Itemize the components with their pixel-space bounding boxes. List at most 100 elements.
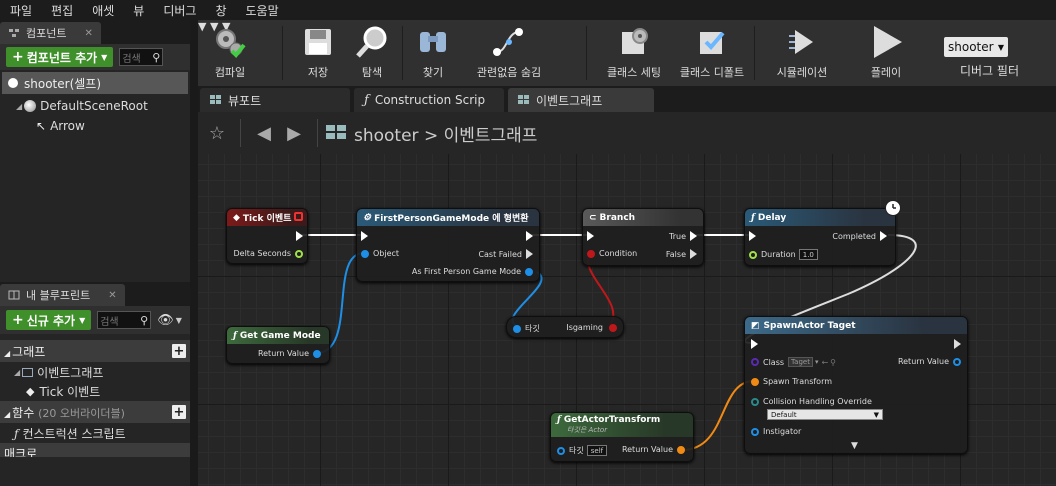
star-icon[interactable]: ☆	[202, 123, 232, 144]
pin-duration[interactable]: Duration 1.0	[749, 249, 818, 260]
chevron-down-icon[interactable]: ▼	[176, 316, 182, 325]
pin-target[interactable]: 타깃	[513, 323, 540, 334]
menu-debug[interactable]: 디버그	[163, 2, 196, 19]
pin-exec-out[interactable]	[296, 231, 303, 241]
compile-button[interactable]: 컴파일	[204, 20, 256, 86]
pin-spawn-transform[interactable]: Spawn Transform	[751, 377, 832, 386]
target-input[interactable]: self	[586, 445, 608, 456]
tab-event-graph[interactable]: 이벤트그래프	[508, 88, 654, 112]
menu-file[interactable]: 파일	[10, 2, 32, 19]
back-arrow-icon[interactable]: ◀	[249, 123, 279, 144]
pin-exec-out[interactable]	[526, 231, 533, 241]
pin-class[interactable]: Class Taget ▾ ← ⚲	[751, 357, 836, 367]
add-graph-icon[interactable]: +	[172, 344, 186, 359]
search-placeholder: 검색	[100, 316, 119, 328]
pin-true[interactable]: True	[669, 231, 697, 241]
pin-condition[interactable]: Condition	[587, 249, 637, 258]
class-pin-icon	[751, 358, 759, 366]
tree-item-arrow[interactable]: ↖ Arrow	[0, 116, 190, 136]
pin-instigator[interactable]: Instigator	[751, 427, 801, 436]
node-spawn-actor[interactable]: ◩ SpawnActor Taget Class Taget ▾ ← ⚲ Ret…	[744, 316, 968, 454]
node-get-actor-transform[interactable]: ƒ GetActorTransform 타깃은 Actor 타깃 self Ret…	[550, 412, 694, 462]
pin-exec-in[interactable]	[587, 231, 594, 241]
components-search-input[interactable]: 검색 ⚲	[119, 48, 164, 66]
pin-target[interactable]: 타깃 self	[557, 445, 608, 456]
list-item-label: 컨스트럭션 스크립트	[22, 427, 126, 441]
tab-viewport[interactable]: 뷰포트	[200, 88, 350, 112]
expand-arrow-icon[interactable]: ◢	[16, 102, 22, 111]
node-get-game-mode[interactable]: ƒ Get Game Mode Return Value	[226, 326, 330, 364]
pin-return-value[interactable]: Return Value	[258, 349, 321, 358]
pin-exec-in[interactable]	[749, 231, 756, 241]
search-icon[interactable]: ⚲	[830, 358, 836, 367]
menu-view[interactable]: 뷰	[133, 2, 144, 19]
chevron-down-icon: ▼	[101, 52, 108, 62]
browse-arrow-icon[interactable]: ←	[821, 358, 828, 367]
breadcrumb-current[interactable]: 이벤트그래프	[444, 126, 538, 146]
play-button[interactable]: 플레이	[866, 20, 906, 86]
add-function-icon[interactable]: +	[172, 405, 186, 420]
pin-return-value[interactable]: Return Value	[622, 445, 685, 454]
tab-construction-script[interactable]: ƒ Construction Scrip	[354, 88, 504, 112]
class-settings-button[interactable]: 클래스 세팅	[602, 20, 666, 86]
list-item-event-graph[interactable]: ◢ 이벤트그래프	[0, 363, 190, 382]
new-add-button[interactable]: + 신규 추가 ▼	[6, 310, 92, 330]
my-blueprint-tab[interactable]: 내 블루프린트 ✕	[0, 284, 125, 306]
component-self-row[interactable]: shooter(셀프)	[2, 72, 188, 94]
eye-icon[interactable]: 👁	[157, 313, 174, 328]
browse-button[interactable]: 탐색	[352, 20, 392, 86]
graph-canvas[interactable]: ◆ Tick 이벤트 Delta Seconds ⚙ FirstPersonGa…	[198, 154, 1056, 486]
section-macros[interactable]: 매크로	[0, 443, 190, 457]
class-defaults-button[interactable]: 클래스 디폴트	[676, 20, 748, 86]
find-button[interactable]: 찾기	[416, 20, 450, 86]
hide-unrelated-button[interactable]: 관련없음 숨김	[472, 20, 546, 86]
save-button[interactable]: 저장	[298, 20, 338, 86]
delegate-pin-icon[interactable]	[294, 212, 303, 221]
tab-label: 이벤트그래프	[536, 93, 603, 108]
node-cast-to-firstpersongamemode[interactable]: ⚙ FirstPersonGameMode 에 형변환 Object Cast …	[356, 208, 540, 282]
pin-return-value[interactable]: Return Value	[898, 357, 961, 366]
pin-delta-seconds[interactable]: Delta Seconds	[234, 249, 303, 258]
menu-help[interactable]: 도움말	[246, 2, 279, 19]
duration-input[interactable]: 1.0	[798, 249, 818, 260]
pin-exec-in[interactable]	[361, 231, 368, 241]
menu-window[interactable]: 창	[215, 2, 226, 19]
close-icon[interactable]: ✕	[84, 28, 92, 39]
pin-false[interactable]: False	[666, 249, 697, 259]
pin-label: False	[665, 249, 686, 259]
tree-item-defaultsceneroot[interactable]: ◢ DefaultSceneRoot	[0, 96, 190, 116]
debug-object-select[interactable]: shooter ▼	[944, 37, 1008, 57]
pin-isgaming[interactable]: Isgaming	[566, 323, 617, 332]
expand-advanced-chevron-icon[interactable]: ▼	[851, 441, 858, 451]
node-delay[interactable]: ƒ Delay Completed Duration 1.0	[744, 208, 896, 266]
menu-asset[interactable]: 애셋	[92, 2, 114, 19]
section-functions[interactable]: ◢ 함수 (20 오버라이더블) +	[0, 401, 190, 423]
plus-icon: +	[12, 312, 24, 328]
close-icon[interactable]: ✕	[108, 290, 116, 301]
pin-completed[interactable]: Completed	[832, 231, 887, 241]
collision-select[interactable]: Default ▼	[767, 409, 883, 420]
pin-collision-handling[interactable]: Collision Handling Override	[751, 397, 872, 406]
toolbar-divider	[282, 26, 283, 80]
chevron-down-icon[interactable]: ▾	[815, 358, 819, 366]
simulation-button[interactable]: 시뮬레이션	[766, 20, 838, 86]
add-component-button[interactable]: + 컴포넌트 추가 ▼	[6, 47, 114, 67]
class-select[interactable]: Taget	[788, 357, 813, 367]
pin-as-first-person-game-mode[interactable]: As First Person Game Mode	[412, 267, 533, 276]
list-item-construction-script[interactable]: ƒ 컨스트럭션 스크립트	[0, 424, 190, 443]
components-tab[interactable]: 컴포넌트 ✕	[0, 22, 101, 44]
pin-exec-in[interactable]	[751, 339, 758, 349]
pin-cast-failed[interactable]: Cast Failed	[478, 249, 533, 259]
section-graph[interactable]: ◢ 그래프 +	[0, 340, 190, 362]
pin-object[interactable]: Object	[361, 249, 399, 258]
node-isgaming[interactable]: 타깃 Isgaming	[506, 316, 624, 338]
breadcrumb-root[interactable]: shooter	[354, 126, 419, 146]
object-pin-icon	[953, 357, 961, 366]
node-tick-event[interactable]: ◆ Tick 이벤트 Delta Seconds	[226, 208, 308, 264]
list-item-tick-event[interactable]: ◆ Tick 이벤트	[0, 382, 190, 401]
blueprint-search-input[interactable]: 검색 ⚲	[97, 311, 152, 329]
node-branch[interactable]: ⊂ Branch True Condition False	[582, 208, 704, 266]
menu-edit[interactable]: 편집	[51, 2, 73, 19]
forward-arrow-icon[interactable]: ▶	[279, 123, 309, 144]
pin-exec-out[interactable]	[954, 339, 961, 349]
